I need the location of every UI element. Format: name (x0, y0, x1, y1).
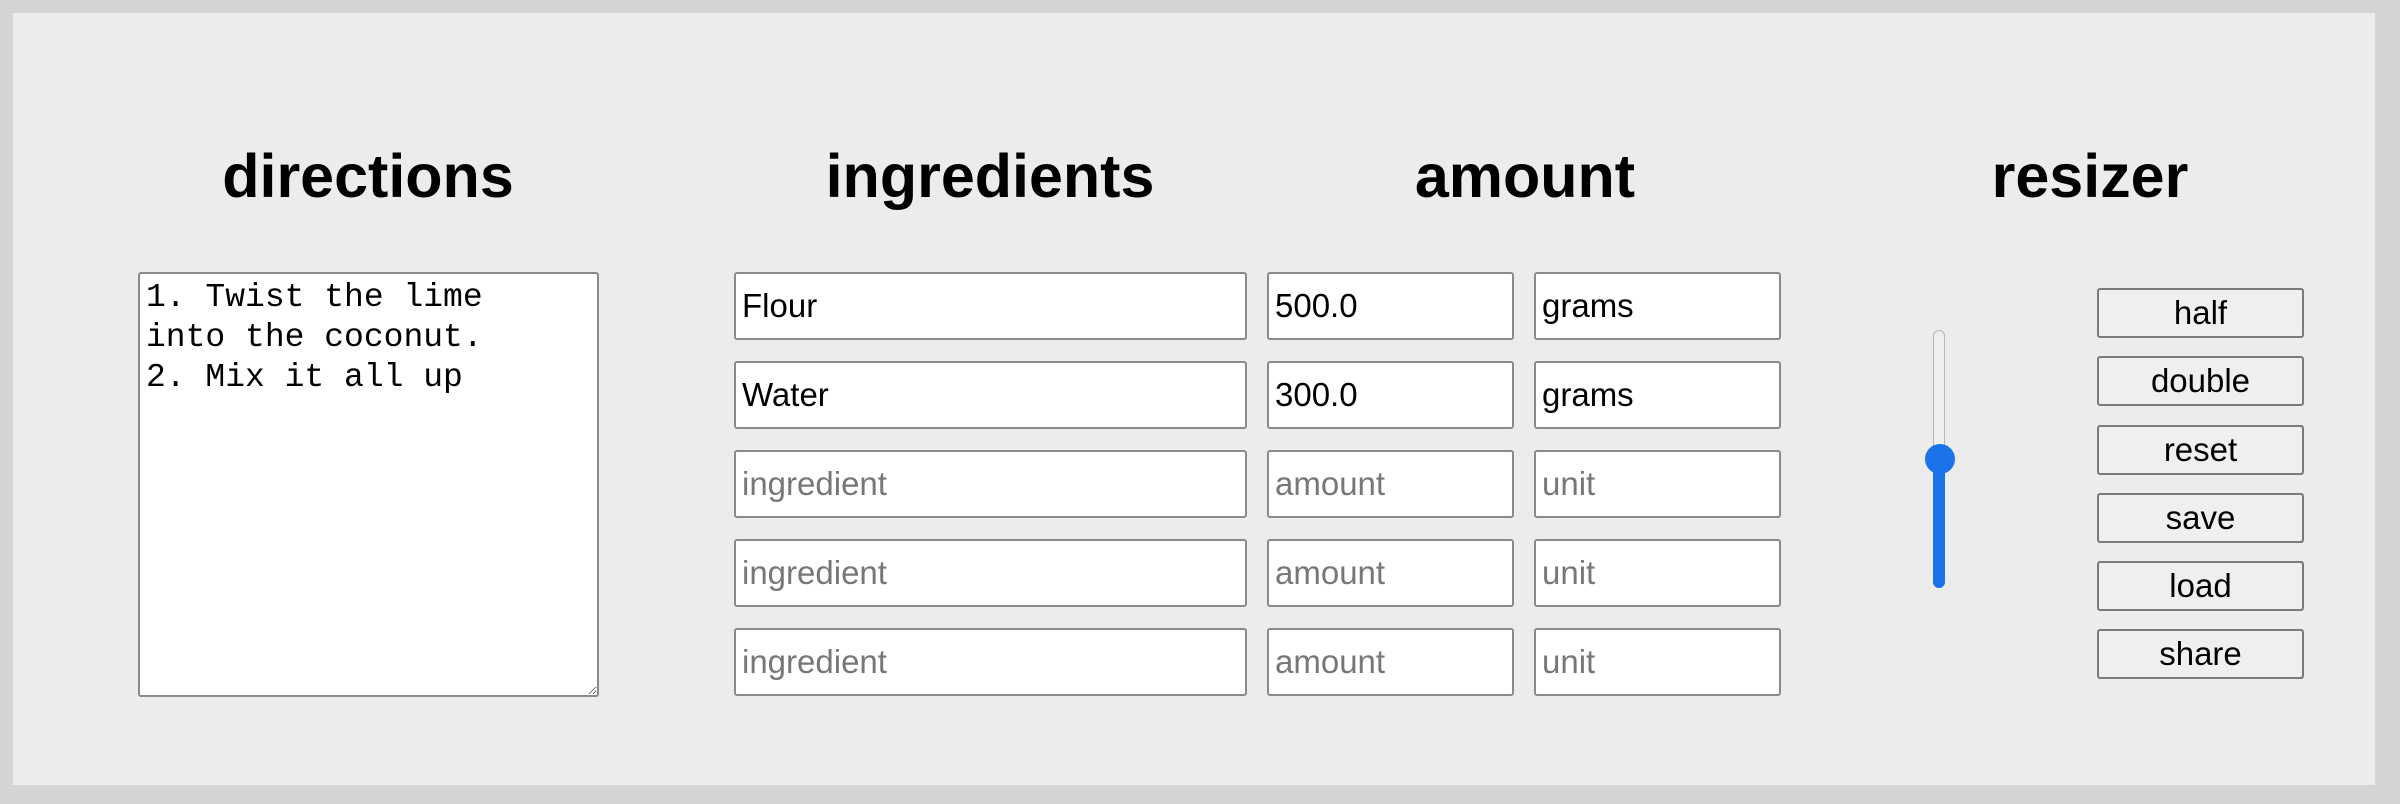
unit-input[interactable] (1534, 272, 1781, 340)
amount-heading: amount (1414, 142, 1636, 210)
ingredient-input[interactable] (734, 450, 1247, 518)
slider-thumb[interactable] (1925, 444, 1955, 474)
ingredients-heading: ingredients (825, 142, 1155, 210)
slider-fill (1933, 459, 1945, 588)
amount-input[interactable] (1267, 628, 1514, 696)
reset-button[interactable]: reset (2097, 425, 2304, 475)
unit-input[interactable] (1534, 539, 1781, 607)
amount-input[interactable] (1267, 361, 1514, 429)
amount-input[interactable] (1267, 539, 1514, 607)
amount-input[interactable] (1267, 450, 1514, 518)
unit-input[interactable] (1534, 450, 1781, 518)
half-button[interactable]: half (2097, 288, 2304, 338)
ingredient-input[interactable] (734, 361, 1247, 429)
amount-input[interactable] (1267, 272, 1514, 340)
unit-input[interactable] (1534, 628, 1781, 696)
save-button[interactable]: save (2097, 493, 2304, 543)
ingredient-input[interactable] (734, 539, 1247, 607)
ingredient-input[interactable] (734, 628, 1247, 696)
directions-textarea[interactable]: 1. Twist the lime into the coconut. 2. M… (138, 272, 599, 697)
resizer-slider[interactable] (1925, 330, 1955, 588)
load-button[interactable]: load (2097, 561, 2304, 611)
resizer-heading: resizer (1991, 142, 2189, 210)
directions-heading: directions (222, 142, 514, 210)
share-button[interactable]: share (2097, 629, 2304, 679)
ingredient-input[interactable] (734, 272, 1247, 340)
unit-input[interactable] (1534, 361, 1781, 429)
double-button[interactable]: double (2097, 356, 2304, 406)
